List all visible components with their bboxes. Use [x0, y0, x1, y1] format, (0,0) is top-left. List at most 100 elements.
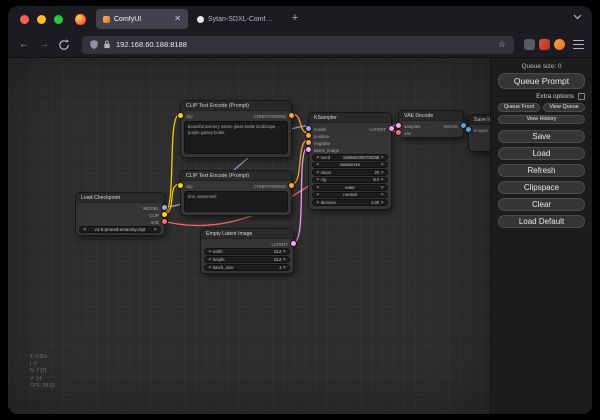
height-widget[interactable]: height 512	[204, 256, 290, 263]
extra-options-checkbox[interactable]	[578, 93, 585, 100]
view-history-button[interactable]: View History	[498, 115, 585, 124]
load-button[interactable]: Load	[498, 147, 585, 160]
increment-arrow-icon[interactable]	[283, 266, 286, 269]
node-title[interactable]: Save Image	[469, 115, 490, 125]
output-dot-latent[interactable]	[291, 241, 296, 246]
decrement-arrow-icon[interactable]	[83, 228, 86, 231]
output-dot-clip[interactable]	[162, 212, 167, 217]
maximize-window-button[interactable]	[54, 15, 63, 24]
increment-arrow-icon[interactable]	[154, 228, 157, 231]
scheduler-widget[interactable]: normal	[312, 192, 388, 199]
decrement-arrow-icon[interactable]	[316, 186, 319, 189]
ckpt-name-widget[interactable]: v1-5-pruned-emaonly.ckpt	[79, 226, 161, 233]
sampler-name-widget[interactable]: euler	[312, 184, 388, 191]
node-vae-decode[interactable]: VAE Decode samples vae IMAGE	[398, 110, 464, 138]
increment-arrow-icon[interactable]	[381, 156, 384, 159]
decrement-arrow-icon[interactable]	[316, 201, 319, 204]
comfyui-graph-canvas[interactable]: Load Checkpoint MODEL CLIP VAE v1-5-prun…	[8, 58, 490, 414]
reload-button[interactable]	[56, 37, 72, 53]
queue-front-button[interactable]: Queue Front	[498, 103, 540, 112]
increment-arrow-icon[interactable]	[381, 178, 384, 181]
output-dot-model[interactable]	[162, 205, 167, 210]
increment-arrow-icon[interactable]	[283, 250, 286, 253]
cfg-widget[interactable]: cfg 8.0	[312, 177, 388, 184]
clear-button[interactable]: Clear	[498, 198, 585, 211]
increment-arrow-icon[interactable]	[381, 163, 384, 166]
node-ksampler[interactable]: KSampler model positive negative latent_…	[308, 112, 392, 210]
node-empty-latent-image[interactable]: Empty Latent Image LATENT width 512 heig…	[200, 228, 294, 274]
tracking-protection-shield-icon[interactable]	[90, 40, 98, 49]
load-default-button[interactable]: Load Default	[498, 215, 585, 228]
decrement-arrow-icon[interactable]	[316, 163, 319, 166]
node-save-image[interactable]: Save Image images	[468, 114, 490, 152]
input-dot-vae[interactable]	[396, 130, 401, 135]
prompt-textarea[interactable]: text, watermark	[184, 191, 288, 212]
decrement-arrow-icon[interactable]	[316, 156, 319, 159]
tab-sytan-sdxl[interactable]: Sytan-SDXL-ComfyUI/Sytan's S	[190, 9, 282, 29]
node-title[interactable]: KSampler	[309, 113, 391, 123]
increment-arrow-icon[interactable]	[381, 201, 384, 204]
node-title[interactable]: Load Checkpoint	[76, 193, 164, 203]
steps-widget[interactable]: steps 20	[312, 169, 388, 176]
decrement-arrow-icon[interactable]	[316, 171, 319, 174]
tab-comfyui[interactable]: ComfyUI ✕	[96, 9, 188, 29]
seed-widget[interactable]: seed 156680208700286	[312, 154, 388, 161]
menu-hamburger-icon[interactable]	[573, 40, 584, 49]
node-clip-text-encode-positive[interactable]: CLIP Text Encode (Prompt) clip CONDITION…	[180, 100, 292, 158]
node-title[interactable]: CLIP Text Encode (Prompt)	[181, 101, 291, 111]
clipspace-button[interactable]: Clipspace	[498, 181, 585, 194]
increment-arrow-icon[interactable]	[381, 186, 384, 189]
decrement-arrow-icon[interactable]	[316, 193, 319, 196]
forward-button[interactable]: →	[36, 37, 52, 53]
control-after-generate-widget[interactable]: randomize	[312, 162, 388, 169]
input-dot-samples[interactable]	[396, 123, 401, 128]
output-dot-image[interactable]	[461, 123, 466, 128]
queue-prompt-button[interactable]: Queue Prompt	[498, 73, 585, 89]
denoise-widget[interactable]: denoise 1.00	[312, 199, 388, 206]
lock-icon[interactable]	[103, 40, 111, 49]
list-all-tabs-chevron-icon[interactable]	[573, 14, 582, 20]
node-load-checkpoint[interactable]: Load Checkpoint MODEL CLIP VAE v1-5-prun…	[75, 192, 165, 236]
output-dot-conditioning[interactable]	[289, 183, 294, 188]
batch-size-widget[interactable]: batch_size 1	[204, 264, 290, 271]
increment-arrow-icon[interactable]	[381, 193, 384, 196]
increment-arrow-icon[interactable]	[283, 258, 286, 261]
decrement-arrow-icon[interactable]	[208, 266, 211, 269]
output-dot-latent[interactable]	[389, 126, 394, 131]
extension-icon[interactable]	[524, 39, 535, 50]
node-clip-text-encode-negative[interactable]: CLIP Text Encode (Prompt) clip CONDITION…	[180, 170, 292, 216]
bookmark-star-icon[interactable]: ☆	[498, 40, 506, 49]
input-dot-clip[interactable]	[178, 183, 183, 188]
input-dot-model[interactable]	[306, 126, 311, 131]
close-window-button[interactable]	[20, 15, 29, 24]
url-bar[interactable]: 192.168.60.188:8188 ☆	[82, 36, 514, 54]
save-button[interactable]: Save	[498, 130, 585, 143]
close-icon[interactable]: ✕	[174, 15, 181, 23]
extension-icon[interactable]	[554, 39, 565, 50]
decrement-arrow-icon[interactable]	[208, 250, 211, 253]
node-title[interactable]: CLIP Text Encode (Prompt)	[181, 171, 291, 181]
minimize-window-button[interactable]	[37, 15, 46, 24]
increment-arrow-icon[interactable]	[381, 171, 384, 174]
output-dot-vae[interactable]	[162, 219, 167, 224]
input-dot-positive[interactable]	[306, 133, 311, 138]
link-conditioning-positive[interactable]	[292, 114, 308, 133]
node-title[interactable]: VAE Decode	[399, 111, 463, 121]
new-tab-button[interactable]: +	[287, 11, 303, 27]
output-dot-conditioning[interactable]	[289, 113, 294, 118]
decrement-arrow-icon[interactable]	[316, 178, 319, 181]
decrement-arrow-icon[interactable]	[208, 258, 211, 261]
refresh-button[interactable]: Refresh	[498, 164, 585, 177]
prompt-textarea[interactable]: beautiful scenery nature glass bottle la…	[184, 121, 288, 154]
width-widget[interactable]: width 512	[204, 248, 290, 255]
input-dot-clip[interactable]	[178, 113, 183, 118]
back-button[interactable]: ←	[16, 37, 32, 53]
input-dot-images[interactable]	[466, 127, 471, 132]
url-text[interactable]: 192.168.60.188:8188	[116, 40, 493, 49]
firefox-view-icon[interactable]	[75, 14, 86, 25]
node-title[interactable]: Empty Latent Image	[201, 229, 293, 239]
ublock-extension-icon[interactable]	[539, 39, 550, 50]
input-dot-latent-image[interactable]	[306, 147, 311, 152]
link-conditioning-negative[interactable]	[292, 140, 308, 184]
view-queue-button[interactable]: View Queue	[543, 103, 585, 112]
